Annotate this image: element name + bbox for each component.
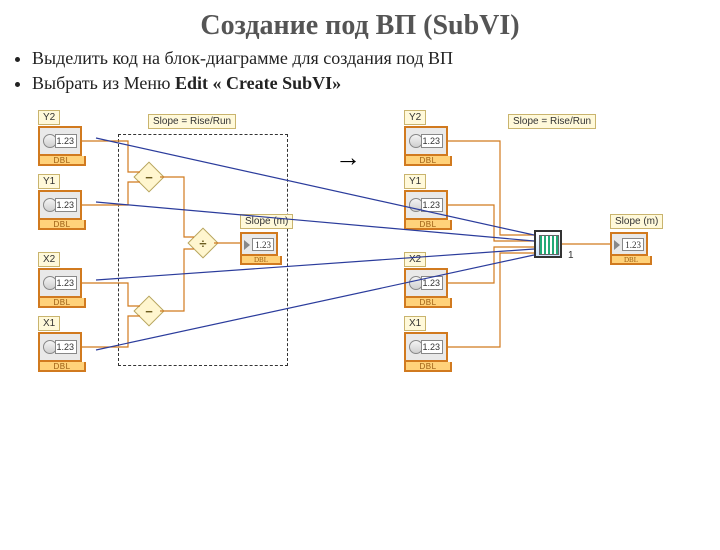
label-y2-right: Y2 [404, 110, 426, 125]
diagram-canvas: Slope = Rise/Run Y2 1.23DBL Y1 1.23DBL X… [0, 102, 720, 482]
terminal-x1-right[interactable]: 1.23DBL [404, 332, 448, 362]
label-y1-right: Y1 [404, 174, 426, 189]
label-slope-m-right: Slope (m) [610, 214, 663, 229]
bullet-list: Выделить код на блок-диаграмме для созда… [32, 48, 720, 94]
label-x2-left: X2 [38, 252, 60, 267]
terminal-x2-left[interactable]: 1.23DBL [38, 268, 82, 298]
terminal-y1-right[interactable]: 1.23DBL [404, 190, 448, 220]
subvi-index-label: 1 [568, 250, 574, 261]
label-y2-left: Y2 [38, 110, 60, 125]
subvi-icon[interactable] [534, 230, 562, 258]
arrow-icon: → [335, 142, 361, 173]
terminal-y2-left[interactable]: 1.23DBL [38, 126, 82, 156]
bullet-1: Выделить код на блок-диаграмме для созда… [32, 48, 720, 69]
indicator-slope-left[interactable]: 1.23DBL [240, 232, 278, 256]
terminal-y2-right[interactable]: 1.23DBL [404, 126, 448, 156]
terminal-x2-right[interactable]: 1.23DBL [404, 268, 448, 298]
label-x2-right: X2 [404, 252, 426, 267]
label-x1-left: X1 [38, 316, 60, 331]
label-x1-right: X1 [404, 316, 426, 331]
page-title: Создание под ВП (SubVI) [0, 10, 720, 42]
terminal-x1-left[interactable]: 1.23DBL [38, 332, 82, 362]
bullet-2: Выбрать из Меню Edit « Create SubVI» [32, 73, 720, 94]
label-slope-formula-left: Slope = Rise/Run [148, 114, 236, 129]
label-slope-formula-right: Slope = Rise/Run [508, 114, 596, 129]
terminal-y1-left[interactable]: 1.23DBL [38, 190, 82, 220]
indicator-slope-right[interactable]: 1.23DBL [610, 232, 648, 256]
label-slope-m-left: Slope (m) [240, 214, 293, 229]
label-y1-left: Y1 [38, 174, 60, 189]
